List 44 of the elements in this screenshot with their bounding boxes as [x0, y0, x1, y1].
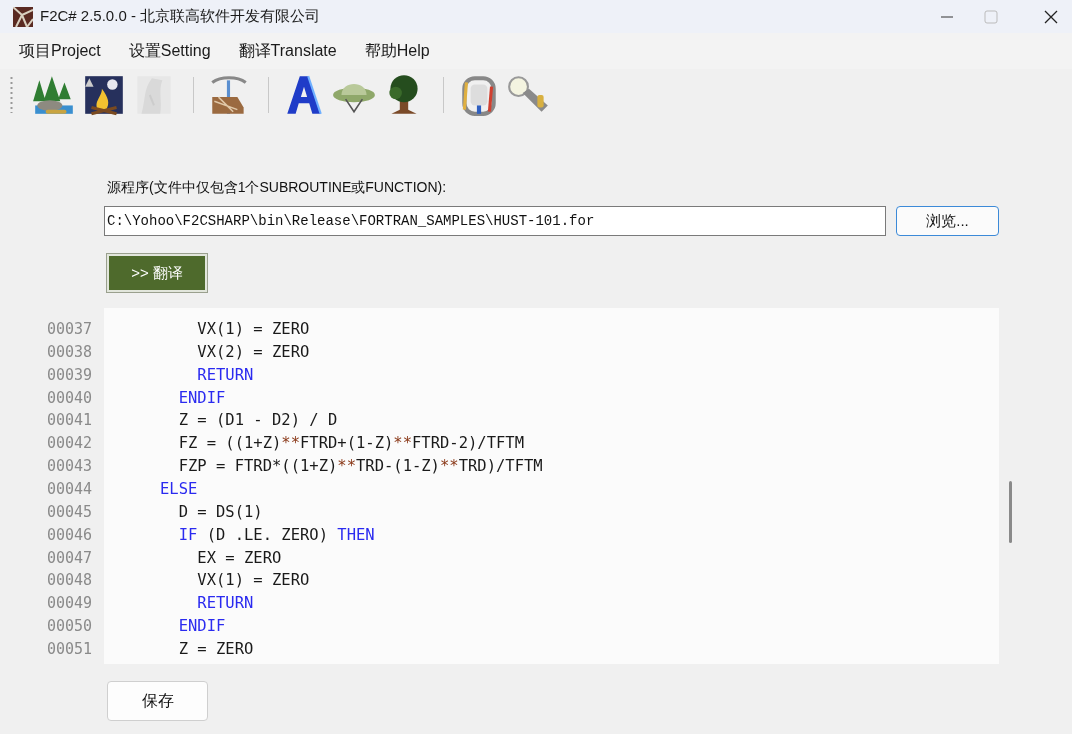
code-line: ELSE	[159, 479, 198, 500]
line-number: 00046	[47, 524, 94, 546]
code-line: D = DS(1)	[177, 501, 263, 523]
browse-button[interactable]: 浏览...	[896, 206, 999, 236]
field-label: 源程序(文件中仅包含1个SUBROUTINE或FUNCTION):	[107, 178, 448, 197]
file-path-field[interactable]: C:\Yohoo\F2CSHARP\bin\Release\FORTRAN_SAMPLES\HUST-101.for	[104, 206, 886, 236]
code-line: EX = ZERO	[196, 547, 282, 569]
window-title: F2C# 2.5.0.0 - 北京联高软件开发有限公司	[40, 6, 321, 27]
code-line: Z = ZERO	[177, 639, 254, 661]
menu-item[interactable]: 翻译Translate	[238, 39, 337, 63]
line-number: 00045	[47, 501, 94, 523]
line-number: 00047	[47, 547, 94, 569]
code-line: FZP = FTRD*((1+Z)**TRD-(1-Z)**TRD)/TFTM	[177, 456, 543, 478]
code-line: VX(1) = ZERO	[196, 319, 310, 340]
line-number: 00037	[47, 319, 94, 340]
line-number: 00044	[47, 479, 94, 500]
code-line: RETURN	[196, 593, 254, 615]
line-number: 00050	[47, 616, 94, 638]
close-icon[interactable]	[1044, 9, 1058, 24]
line-number: 00041	[47, 410, 94, 432]
code-line: ENDIF	[177, 387, 226, 409]
line-number: 00049	[47, 593, 94, 615]
menu-item[interactable]: 项目Project	[19, 39, 101, 63]
translate-button[interactable]: >> 翻译	[107, 254, 207, 292]
menu-item[interactable]: 帮助Help	[364, 39, 430, 63]
line-number: 00043	[47, 456, 94, 478]
line-number: 00038	[47, 341, 94, 363]
code-line: Z = (D1 - D2) / D	[177, 410, 338, 432]
menu-item[interactable]: 设置Setting	[128, 39, 211, 63]
code-line: RETURN	[196, 364, 254, 386]
save-button[interactable]: 保存	[107, 681, 208, 721]
code-line: FZ = ((1+Z)**FTRD+(1-Z)**FTRD-2)/TFTM	[177, 433, 524, 455]
line-number: 00040	[47, 387, 94, 409]
line-number: 00039	[47, 364, 94, 386]
app-icon	[13, 6, 33, 27]
code-line: VX(2) = ZERO	[196, 341, 310, 363]
scrollbar-thumb[interactable]	[1009, 481, 1012, 543]
line-number: 00051	[47, 639, 94, 661]
code-line: VX(1) = ZERO	[196, 570, 310, 592]
toolbar-grip-icon[interactable]	[10, 75, 13, 115]
code-line: ENDIF	[177, 616, 226, 638]
line-number: 00042	[47, 433, 94, 455]
code-line: IF (D .LE. ZERO) THEN	[177, 524, 375, 546]
line-number: 00048	[47, 570, 94, 592]
